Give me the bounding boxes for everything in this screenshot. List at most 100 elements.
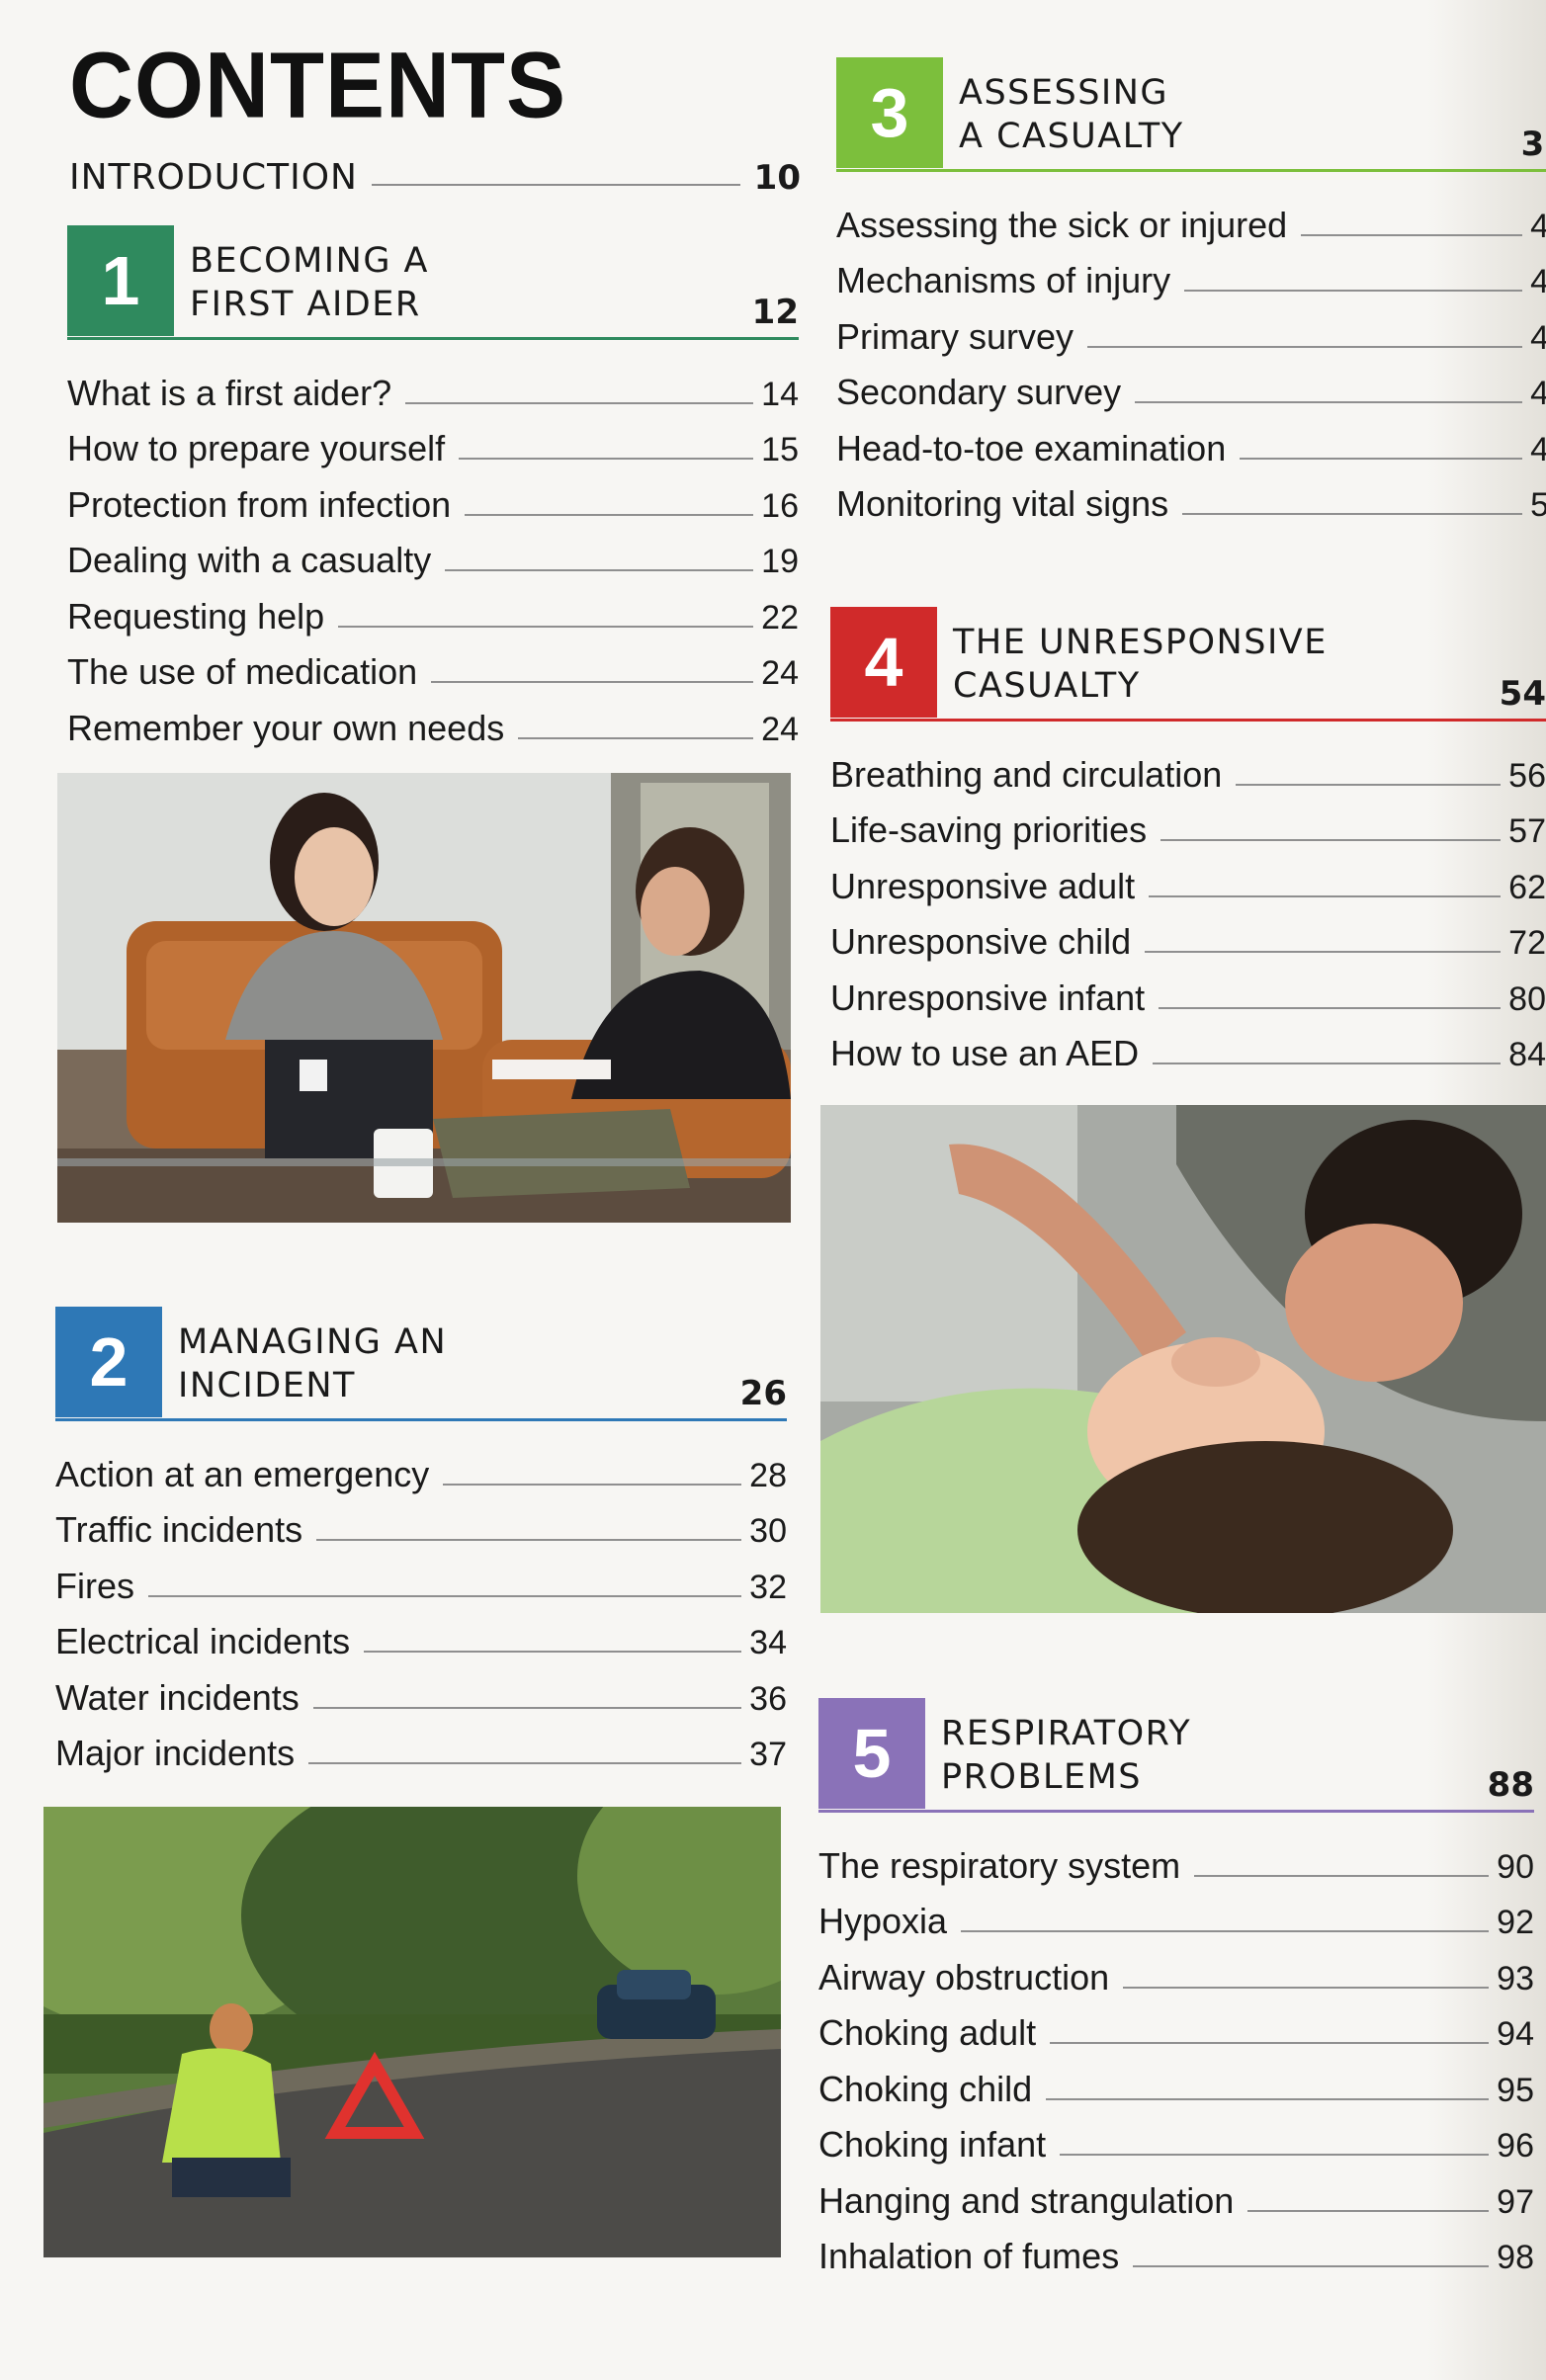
chapter-page-number: 38 xyxy=(1520,125,1546,164)
chapter-rule xyxy=(55,1418,787,1421)
toc-entry[interactable]: Major incidents 37 xyxy=(55,1719,787,1775)
toc-entry[interactable]: Remember your own needs 24 xyxy=(67,693,799,749)
toc-entry[interactable]: Choking adult 94 xyxy=(818,1998,1534,2055)
toc-entry[interactable]: The respiratory system 90 xyxy=(818,1830,1534,1887)
entry-page: 32 xyxy=(749,1568,787,1606)
entry-title: How to prepare yourself xyxy=(67,428,446,468)
entry-page: 42 xyxy=(1530,263,1546,300)
entry-page: 84 xyxy=(1508,1036,1546,1073)
leader-line xyxy=(371,184,740,186)
entry-title: Primary survey xyxy=(836,315,1074,357)
leader-line xyxy=(443,1483,742,1486)
entry-page: 94 xyxy=(1497,2015,1534,2053)
entry-page: 49 xyxy=(1530,430,1546,468)
entry-page: 37 xyxy=(749,1736,787,1773)
toc-entry[interactable]: Dealing with a casualty 19 xyxy=(67,526,799,582)
leader-line xyxy=(431,681,754,683)
section-header[interactable]: 5 RESPIRATORY PROBLEMS 88 xyxy=(818,1698,1534,1813)
section-1: 1 BECOMING A FIRST AIDER 12 What is a first … xyxy=(67,225,799,749)
toc-entry[interactable]: Monitoring vital signs 52 xyxy=(836,469,1546,526)
section-header[interactable]: 2 MANAGING AN INCIDENT 26 xyxy=(55,1307,787,1421)
entry-title: Electrical incidents xyxy=(55,1621,351,1661)
toc-entry[interactable]: Hypoxia 92 xyxy=(818,1887,1534,1943)
leader-line xyxy=(1182,513,1523,515)
toc-entry[interactable]: Water incidents 36 xyxy=(55,1662,787,1719)
chapter-entry-list: What is a first aider? 14 How to prepare y… xyxy=(67,358,799,749)
toc-entry[interactable]: Choking infant 96 xyxy=(818,2110,1534,2167)
entry-page: 97 xyxy=(1497,2182,1534,2221)
entry-title: Inhalation of fumes xyxy=(818,2236,1120,2276)
chapter-title: RESPIRATORY PROBLEMS xyxy=(941,1712,1191,1799)
chapter-title-line-1: RESPIRATORY xyxy=(941,1714,1192,1753)
leader-line xyxy=(1135,401,1523,403)
chapter-number-badge: 5 xyxy=(818,1698,925,1809)
chapter-number-badge: 3 xyxy=(836,57,943,168)
entry-title: Secondary survey xyxy=(836,372,1122,412)
entry-title: Assessing the sick or injured xyxy=(836,204,1288,245)
chapter-number-badge: 1 xyxy=(67,225,174,336)
entry-page: 19 xyxy=(761,543,799,580)
toc-entry[interactable]: Electrical incidents 34 xyxy=(55,1607,787,1663)
toc-entry[interactable]: How to prepare yourself 15 xyxy=(67,414,799,470)
entry-page: 56 xyxy=(1508,756,1546,795)
chapter-number-badge: 4 xyxy=(830,607,937,718)
chapter-rule xyxy=(836,169,1546,172)
toc-entry[interactable]: Action at an emergency 28 xyxy=(55,1439,787,1495)
entry-page: 72 xyxy=(1508,924,1546,962)
entry-page: 62 xyxy=(1508,868,1546,906)
toc-entry[interactable]: Mechanisms of injury 42 xyxy=(836,246,1546,302)
entry-title: Hypoxia xyxy=(818,1901,948,1941)
toc-entry[interactable]: Assessing the sick or injured 40 xyxy=(836,190,1546,246)
entry-title: The use of medication xyxy=(67,651,418,692)
entry-title: Choking child xyxy=(818,2068,1033,2109)
entry-page: 40 xyxy=(1530,207,1546,245)
section-header[interactable]: 3 ASSESSING A CASUALTY 38 xyxy=(836,57,1546,172)
entry-page: 36 xyxy=(749,1679,787,1718)
page-title: CONTENTS xyxy=(69,34,566,138)
section-header[interactable]: 4 THE UNRESPONSIVE CASUALTY 54 xyxy=(830,607,1546,722)
toc-entry[interactable]: The use of medication 24 xyxy=(67,638,799,694)
toc-entry[interactable]: Hanging and strangulation 97 xyxy=(818,2166,1534,2222)
toc-entry[interactable]: Choking child 95 xyxy=(818,2054,1534,2110)
leader-line xyxy=(1160,839,1502,841)
entry-title: What is a first aider? xyxy=(67,372,392,413)
chapter-page-number: 54 xyxy=(1499,674,1546,714)
toc-entry[interactable]: Secondary survey 46 xyxy=(836,358,1546,414)
toc-entry[interactable]: Life-saving priorities 57 xyxy=(830,796,1546,852)
entry-page: 44 xyxy=(1530,318,1546,357)
entry-title: Life-saving priorities xyxy=(830,809,1148,850)
toc-entry[interactable]: Breathing and circulation 56 xyxy=(830,739,1546,796)
toc-entry[interactable]: Traffic incidents 30 xyxy=(55,1495,787,1552)
entry-title: Major incidents xyxy=(55,1733,296,1773)
leader-line xyxy=(312,1706,742,1709)
toc-entry[interactable]: Fires 32 xyxy=(55,1551,787,1607)
section-header[interactable]: 1 BECOMING A FIRST AIDER 12 xyxy=(67,225,799,340)
section-3: 3 ASSESSING A CASUALTY 38 Assessing the sick… xyxy=(836,57,1546,525)
entry-page: 80 xyxy=(1508,979,1546,1018)
toc-entry[interactable]: Requesting help 22 xyxy=(67,581,799,638)
leader-line xyxy=(1050,2042,1490,2044)
entry-title: Fires xyxy=(55,1565,134,1606)
photo-roadside-warning-triangle xyxy=(43,1807,781,2257)
leader-line xyxy=(1236,783,1502,786)
chapter-entry-list: The respiratory system 90 Hypoxia 92 Airway … xyxy=(818,1830,1534,2277)
chapter-rule xyxy=(818,1810,1534,1813)
leader-line xyxy=(1194,1874,1490,1877)
toc-entry[interactable]: Inhalation of fumes 98 xyxy=(818,2222,1534,2278)
introduction-entry[interactable]: INTRODUCTION 10 xyxy=(69,148,801,198)
toc-entry[interactable]: Unresponsive child 72 xyxy=(830,907,1546,964)
toc-entry[interactable]: Unresponsive infant 80 xyxy=(830,963,1546,1019)
toc-entry[interactable]: Unresponsive adult 62 xyxy=(830,851,1546,907)
toc-entry[interactable]: Primary survey 44 xyxy=(836,301,1546,358)
toc-entry[interactable]: What is a first aider? 14 xyxy=(67,358,799,414)
leader-line xyxy=(445,569,754,571)
leader-line xyxy=(308,1762,742,1764)
entry-title: Dealing with a casualty xyxy=(67,540,432,580)
entry-page: 98 xyxy=(1497,2239,1534,2276)
leader-line xyxy=(1133,2265,1490,2267)
toc-entry[interactable]: How to use an AED 84 xyxy=(830,1019,1546,1075)
chapter-number-badge: 2 xyxy=(55,1307,162,1417)
toc-entry[interactable]: Airway obstruction 93 xyxy=(818,1942,1534,1998)
toc-entry[interactable]: Head-to-toe examination 49 xyxy=(836,413,1546,469)
toc-entry[interactable]: Protection from infection 16 xyxy=(67,469,799,526)
